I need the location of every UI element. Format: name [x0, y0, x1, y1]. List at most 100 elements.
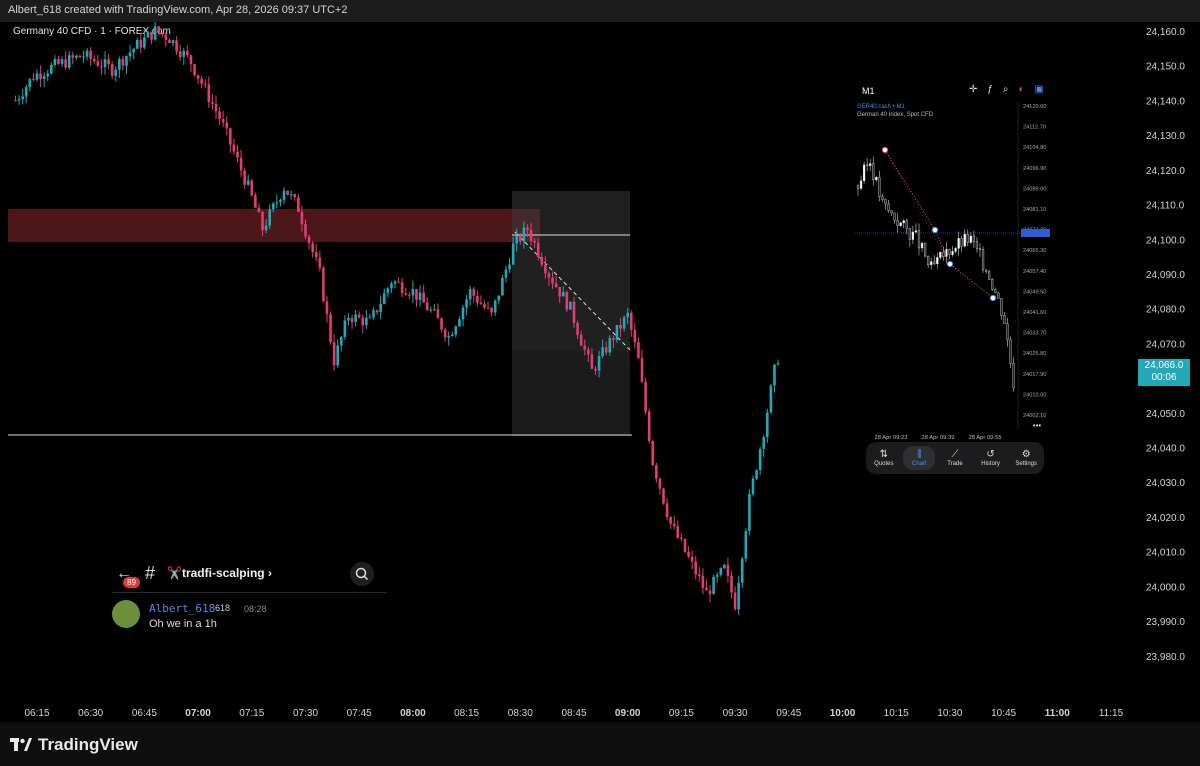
channel-name[interactable]: ✂️tradfi-scalping › — [167, 566, 272, 580]
inset-candle-body — [908, 228, 911, 240]
inset-candle-body — [872, 163, 875, 181]
inset-candle-body — [869, 163, 872, 166]
inset-chart[interactable]: 24120.60 24112.70 24104.80 24096.90 24089.00… — [855, 80, 1050, 440]
candle-body — [186, 50, 189, 56]
inset-x-tick: 28 Apr 09:23 — [875, 435, 908, 440]
candle-body — [740, 558, 744, 583]
nav-quotes[interactable]: ⇅ Quotes — [868, 449, 900, 467]
candle-body — [461, 307, 465, 320]
supply-zone — [8, 209, 540, 242]
y-tick-label: 24,150.0 — [1146, 62, 1185, 73]
y-tick-label: 24,090.0 — [1146, 270, 1185, 281]
candle-body — [193, 64, 196, 75]
unread-badge: 89 — [123, 577, 140, 588]
candle-body — [755, 470, 758, 479]
nav-trade[interactable]: ⟋ Trade — [939, 449, 971, 467]
candle-body — [243, 170, 246, 185]
message-author[interactable]: Albert_618 — [149, 602, 215, 615]
x-tick-label: 10:30 — [937, 708, 962, 719]
candle-body — [486, 307, 490, 309]
inset-trade-line-2 — [884, 149, 951, 265]
x-tick-label: 09:30 — [723, 708, 748, 719]
candle-body — [78, 55, 82, 58]
candle-body — [268, 209, 271, 226]
candle-body — [257, 207, 261, 213]
candle-body — [672, 523, 676, 527]
search-icon — [355, 567, 369, 581]
candle-body — [640, 358, 644, 382]
candle-body — [397, 281, 400, 283]
settings-icon: ⚙ — [1021, 449, 1031, 460]
inset-y-tick: 24057.40 — [1023, 269, 1046, 275]
inset-candle-body — [862, 164, 866, 181]
inset-candle-body — [942, 251, 945, 258]
x-tick-label: 06:45 — [132, 708, 157, 719]
candle-body — [107, 59, 110, 65]
candle-body — [221, 118, 225, 123]
inset-candle-body — [884, 199, 887, 205]
inset-y-tick: 24017.90 — [1023, 372, 1046, 378]
candle-body — [730, 575, 733, 593]
candle-body — [372, 310, 375, 318]
candle-body — [143, 37, 146, 48]
nav-chart[interactable]: ⫼ Chart — [903, 446, 936, 470]
candle-body — [712, 576, 715, 595]
candle-body — [293, 194, 297, 198]
candle-body — [171, 40, 175, 43]
avatar[interactable] — [112, 600, 140, 628]
y-tick-label: 24,040.0 — [1146, 444, 1185, 455]
candle-body — [619, 324, 622, 329]
candle-body — [633, 329, 637, 343]
y-tick-label: 24,110.0 — [1146, 201, 1185, 212]
candle-body — [42, 76, 46, 79]
y-tick-label: 24,070.0 — [1146, 339, 1185, 350]
candle-body — [458, 319, 461, 327]
candle-body — [139, 39, 143, 48]
inset-y-tick: 24120.60 — [1023, 104, 1046, 110]
inset-trade-marker — [931, 226, 939, 234]
candle-body — [325, 301, 329, 315]
inset-y-tick: 24096.90 — [1023, 166, 1046, 172]
candle-body — [375, 310, 379, 313]
candle-body — [103, 59, 107, 68]
candle-body — [726, 564, 730, 576]
candle-body — [382, 293, 386, 304]
candle-body — [314, 252, 318, 258]
search-button[interactable] — [350, 562, 374, 586]
candle-body — [361, 317, 365, 326]
candle-body — [579, 334, 583, 346]
tradingview-logo[interactable]: TradingView — [10, 735, 138, 755]
candle-body — [225, 122, 229, 129]
candle-body — [64, 59, 67, 68]
nav-settings[interactable]: ⚙ Settings — [1010, 449, 1042, 467]
x-axis: 06:15 06:30 06:45 07:00 07:15 07:30 07:45 08:00… — [24, 708, 1123, 719]
candle-body — [161, 32, 164, 35]
candle-body — [561, 291, 565, 297]
x-tick-label: 11:15 — [1099, 708, 1124, 719]
candle-body — [175, 40, 178, 52]
footer-bar — [0, 722, 1200, 766]
candle-body — [21, 96, 24, 100]
candle-body — [340, 336, 343, 346]
y-tick-label: 24,050.0 — [1146, 409, 1185, 420]
candle-body — [418, 292, 422, 300]
candle-body — [647, 411, 651, 442]
author-role: 618 — [215, 603, 231, 613]
inset-more-icon[interactable]: ••• — [1033, 421, 1042, 430]
nav-history[interactable]: ↺ History — [975, 449, 1007, 467]
candle-body — [114, 69, 118, 76]
candle-body — [708, 590, 712, 595]
candle-body — [286, 190, 289, 195]
candle-body — [705, 587, 708, 591]
y-tick-label: 24,080.0 — [1146, 305, 1185, 316]
candle-body — [132, 48, 135, 53]
inset-x-tick: 28 Apr 09:55 — [969, 435, 1002, 440]
inset-candle-body — [948, 249, 951, 255]
candle-body — [39, 73, 42, 79]
candle-body — [762, 437, 766, 449]
candle-body — [522, 227, 526, 242]
candle-body — [150, 32, 153, 40]
candle-body — [450, 334, 454, 336]
inset-candle-body — [991, 279, 994, 290]
candle-body — [100, 65, 103, 68]
